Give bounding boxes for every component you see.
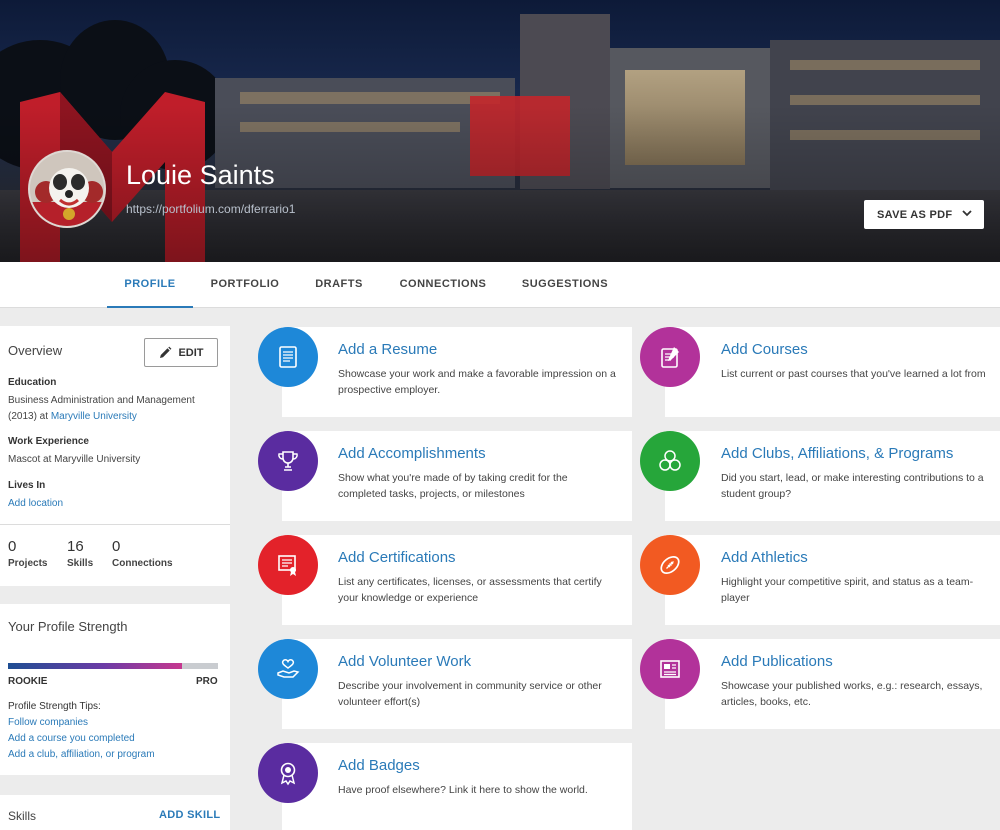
pro-label: PRO (196, 676, 218, 687)
trophy-icon[interactable] (258, 431, 318, 491)
card-title[interactable]: Add Publications (721, 653, 833, 670)
save-as-pdf-label: SAVE AS PDF (877, 208, 953, 221)
football-icon[interactable] (640, 535, 700, 595)
card-title[interactable]: Add Clubs, Affiliations, & Programs (721, 445, 953, 462)
pencil-icon (160, 346, 172, 358)
skills-title: Skills (8, 809, 37, 823)
card-description: Describe your involvement in community s… (338, 680, 602, 708)
card-title[interactable]: Add Badges (338, 757, 420, 774)
courses-icon[interactable] (640, 327, 700, 387)
edit-label: EDIT (178, 346, 204, 359)
card-description: Did you start, lead, or make interesting… (721, 472, 984, 500)
card-title[interactable]: Add Athletics (721, 549, 808, 566)
card-description: List current or past courses that you've… (721, 368, 986, 380)
tab-connections[interactable]: CONNECTIONS (393, 262, 493, 308)
skills-count: 16 (67, 538, 84, 555)
profile-strength-title: Your Profile Strength (8, 619, 128, 634)
profile-strength-fill (8, 663, 183, 669)
edit-button[interactable]: EDIT (144, 338, 218, 367)
publication-icon[interactable] (640, 639, 700, 699)
certificate-icon[interactable] (258, 535, 318, 595)
card-description: List any certificates, licenses, or asse… (338, 576, 602, 604)
profile-cover: Louie Saints https://portfolium.com/dfer… (0, 0, 1000, 262)
divider (0, 524, 230, 525)
work-experience-label: Work Experience (8, 436, 89, 447)
resume-icon[interactable] (258, 327, 318, 387)
card-description: Showcase your work and make a favorable … (338, 368, 616, 396)
education-degree: Business Administration and Management (8, 395, 195, 406)
tab-suggestions[interactable]: SUGGESTIONS (515, 262, 615, 308)
profile-url[interactable]: https://portfolium.com/dferrario1 (126, 202, 295, 216)
add-certifications-card[interactable]: Add Certifications List any certificates… (282, 535, 632, 625)
work-experience-text: Mascot at Maryville University (8, 454, 141, 465)
card-title[interactable]: Add Volunteer Work (338, 653, 471, 670)
education-school-link[interactable]: Maryville University (51, 411, 137, 422)
tab-drafts[interactable]: DRAFTS (304, 262, 374, 308)
skills-label[interactable]: Skills (67, 558, 93, 569)
projects-count: 0 (8, 538, 17, 555)
card-title[interactable]: Add Courses (721, 341, 808, 358)
tab-profile[interactable]: PROFILE (107, 262, 193, 308)
add-resume-card[interactable]: Add a Resume Showcase your work and make… (282, 327, 632, 417)
card-description: Show what you're made of by taking credi… (338, 472, 568, 500)
clubs-icon[interactable] (640, 431, 700, 491)
connections-label[interactable]: Connections (112, 558, 173, 569)
add-location-link[interactable]: Add location (8, 496, 63, 512)
tips-title: Profile Strength Tips: (8, 701, 101, 712)
add-publications-card[interactable]: Add Publications Showcase your published… (665, 639, 1000, 729)
tip-add-club[interactable]: Add a club, affiliation, or program (8, 749, 155, 760)
profile-tabs: PROFILE PORTFOLIO DRAFTS CONNECTIONS SUG… (0, 262, 1000, 308)
avatar[interactable] (28, 150, 106, 228)
add-skill-button[interactable]: ADD SKILL (159, 809, 220, 821)
add-volunteer-card[interactable]: Add Volunteer Work Describe your involve… (282, 639, 632, 729)
education-label: Education (8, 377, 57, 388)
card-title[interactable]: Add Certifications (338, 549, 456, 566)
card-description: Have proof elsewhere? Link it here to sh… (338, 784, 588, 796)
add-athletics-card[interactable]: Add Athletics Highlight your competitive… (665, 535, 1000, 625)
projects-label[interactable]: Projects (8, 558, 47, 569)
rookie-label: ROOKIE (8, 676, 48, 687)
card-title[interactable]: Add a Resume (338, 341, 437, 358)
education-year: (2013) at (8, 411, 51, 422)
tab-portfolio[interactable]: PORTFOLIO (203, 262, 287, 308)
chevron-down-icon (962, 210, 972, 217)
cover-shade (0, 0, 1000, 262)
volunteer-icon[interactable] (258, 639, 318, 699)
add-badges-card[interactable]: Add Badges Have proof elsewhere? Link it… (282, 743, 632, 830)
profile-name: Louie Saints (126, 160, 275, 190)
profile-strength-bar (8, 663, 218, 669)
save-as-pdf-button[interactable]: SAVE AS PDF (864, 200, 984, 229)
add-clubs-card[interactable]: Add Clubs, Affiliations, & Programs Did … (665, 431, 1000, 521)
card-description: Highlight your competitive spirit, and s… (721, 576, 974, 604)
overview-title: Overview (8, 343, 63, 358)
add-courses-card[interactable]: Add Courses List current or past courses… (665, 327, 1000, 417)
connections-count: 0 (112, 538, 121, 555)
card-title[interactable]: Add Accomplishments (338, 445, 486, 462)
profile-strength-panel: Your Profile Strength ROOKIE PRO Profile… (0, 604, 230, 775)
lives-in-label: Lives In (8, 480, 46, 491)
tip-add-course[interactable]: Add a course you completed (8, 733, 135, 744)
add-accomplishments-card[interactable]: Add Accomplishments Show what you're mad… (282, 431, 632, 521)
overview-panel: Overview EDIT Education Business Adminis… (0, 326, 230, 586)
education-text: Business Administration and Management (… (8, 393, 195, 425)
skills-panel: Skills ADD SKILL (0, 795, 230, 830)
badge-icon[interactable] (258, 743, 318, 803)
tip-follow-companies[interactable]: Follow companies (8, 717, 88, 728)
card-description: Showcase your published works, e.g.: res… (721, 680, 983, 708)
education-school-line: (2013) at Maryville University (8, 409, 195, 425)
